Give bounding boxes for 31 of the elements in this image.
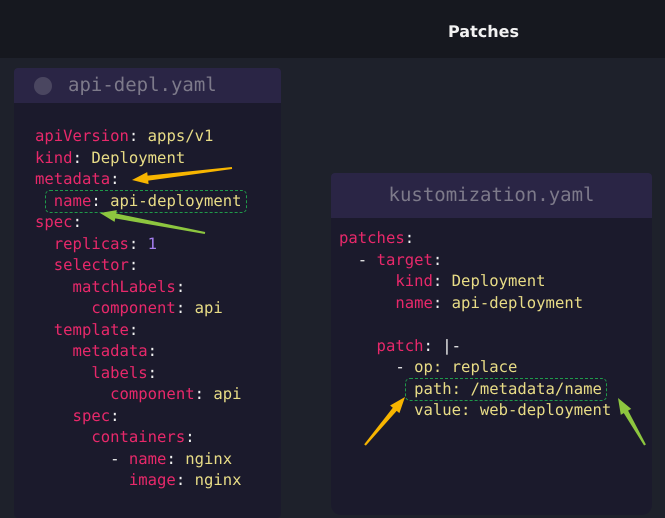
code-line: metadata:: [72, 341, 158, 362]
code-line: metadata:: [35, 169, 120, 190]
circle-icon: [34, 76, 52, 94]
file-name: api-depl.yaml: [68, 73, 217, 98]
highlighted-code-line: path: /metadata/name: [406, 378, 606, 400]
highlighted-code-line: name: api-deployment: [46, 190, 246, 212]
code-line: image: nginx: [128, 470, 242, 491]
code-line: replicas: 1: [52, 234, 158, 254]
code-line: matchLabels:: [72, 276, 186, 298]
code-line: spec:: [35, 212, 82, 233]
code-line: component: api: [90, 298, 223, 319]
code-line: containers:: [90, 427, 195, 448]
code-line: - op: replace: [394, 357, 518, 378]
code-line: - target:: [356, 250, 442, 270]
code-line: - name: nginx: [109, 448, 232, 470]
code-line: labels:: [90, 362, 158, 384]
code-line: patches:: [339, 228, 414, 249]
code-line: template:: [52, 320, 138, 340]
annotation-arrow: [364, 397, 405, 446]
code-line: name: api-deployment: [394, 292, 584, 314]
code-line: value: web-deployment: [413, 400, 612, 421]
code-line: kind: Deployment: [394, 271, 546, 292]
code-line: spec:: [72, 406, 120, 426]
code-line: component: api: [109, 384, 242, 405]
code-line: kind: Deployment: [35, 148, 186, 168]
code-line: apiVersion: apps/v1: [35, 126, 214, 147]
annotation-arrow: [618, 398, 646, 446]
file-name: kustomization.yaml: [388, 183, 594, 208]
code-line: selector:: [52, 255, 138, 276]
code-line: patch: |-: [376, 336, 462, 357]
page-title: Patches: [448, 21, 519, 43]
